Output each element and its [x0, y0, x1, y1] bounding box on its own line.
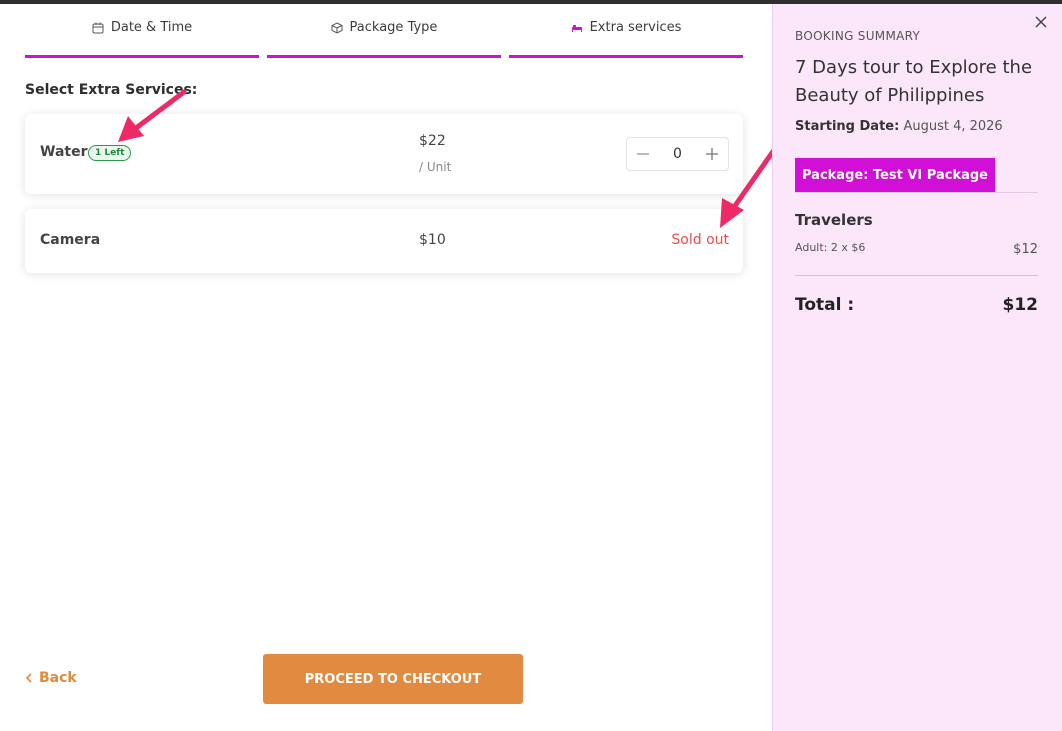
- total-amount: $12: [1002, 295, 1039, 315]
- back-button-label: Back: [39, 670, 77, 686]
- booking-summary-sidebar: BOOKING SUMMARY 7 Days tour to Explore t…: [772, 4, 1062, 731]
- sold-out-label: Sold out: [671, 232, 729, 248]
- starting-date-value: August 4, 2026: [903, 119, 1003, 134]
- minus-icon: [637, 153, 649, 155]
- adult-line: Adult: 2 x $6: [795, 241, 866, 254]
- total-label: Total :: [795, 295, 855, 315]
- chevron-left-icon: [25, 673, 32, 683]
- tab-date-time-label: Date & Time: [110, 20, 193, 35]
- calendar-icon: [92, 22, 104, 34]
- starting-date: Starting Date: August 4, 2026: [795, 119, 1003, 134]
- section-title: Select Extra Services:: [25, 82, 198, 98]
- increment-button[interactable]: [704, 146, 720, 162]
- booking-main-panel: Date & Time Package Type Extra services …: [0, 4, 777, 731]
- tab-date-time[interactable]: Date & Time: [25, 4, 259, 58]
- quantity-value[interactable]: 0: [673, 146, 682, 162]
- service-card-water: Water 1 Left $22 / Unit 0: [25, 114, 743, 194]
- stock-badge: 1 Left: [88, 145, 132, 161]
- price-unit: / Unit: [419, 160, 452, 174]
- decrement-button[interactable]: [635, 146, 651, 162]
- divider: [795, 192, 1038, 193]
- tab-package-type[interactable]: Package Type: [267, 4, 501, 58]
- box-icon: [331, 21, 343, 34]
- service-price: $10: [419, 232, 446, 248]
- service-price: $22: [419, 133, 446, 149]
- plus-icon: [705, 148, 718, 160]
- service-name: Camera: [40, 232, 101, 248]
- back-button[interactable]: Back: [25, 670, 77, 686]
- starting-date-label: Starting Date:: [795, 119, 900, 134]
- travelers-heading: Travelers: [795, 211, 873, 229]
- divider: [795, 275, 1038, 276]
- tab-extra-services-label: Extra services: [589, 20, 682, 35]
- tab-extra-services[interactable]: Extra services: [509, 4, 743, 58]
- step-tabs: Date & Time Package Type Extra services: [25, 4, 743, 58]
- proceed-to-checkout-button[interactable]: PROCEED TO CHECKOUT: [263, 654, 523, 704]
- adult-amount: $12: [1013, 242, 1038, 257]
- service-name: Water: [40, 144, 88, 160]
- bed-icon: [571, 22, 583, 34]
- tour-title: 7 Days tour to Explore the Beauty of Phi…: [795, 57, 1033, 106]
- summary-heading: BOOKING SUMMARY: [795, 29, 921, 43]
- service-card-camera: Camera $10 Sold out: [25, 209, 743, 273]
- tab-package-type-label: Package Type: [349, 20, 438, 35]
- quantity-stepper: 0: [626, 137, 729, 171]
- package-badge: Package: Test VI Package: [795, 158, 995, 192]
- close-icon[interactable]: [1034, 14, 1048, 28]
